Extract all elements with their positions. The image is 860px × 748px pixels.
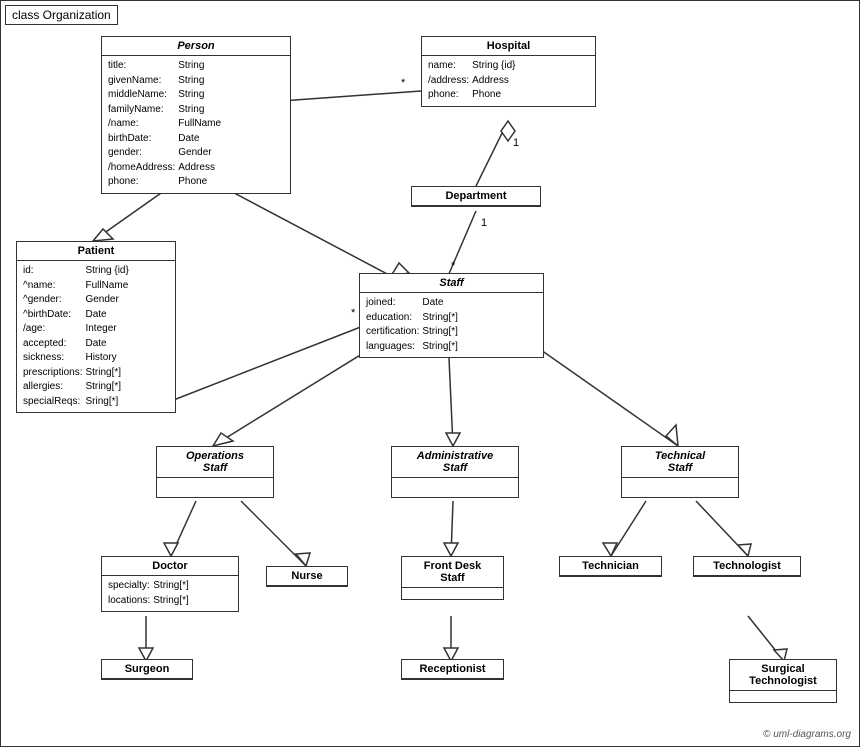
technologist-class-header: Technologist [694,557,800,576]
surgical-technologist-class: Surgical Technologist [729,659,837,703]
doctor-class-attrs: specialty:String[*] locations:String[*] [102,576,238,611]
operations-staff-header: Operations Staff [157,447,273,478]
patient-class: Patient id:String {id} ^name:FullName ^g… [16,241,176,413]
svg-text:1: 1 [481,217,487,229]
department-class: Department [411,186,541,207]
front-desk-staff-class: Front Desk Staff [401,556,504,600]
front-desk-staff-header: Front Desk Staff [402,557,503,588]
diagram-title: class Organization [5,5,118,25]
surgeon-class: Surgeon [101,659,193,680]
person-class: Person title:String givenName:String mid… [101,36,291,194]
nurse-class: Nurse [266,566,348,587]
technician-class-header: Technician [560,557,661,576]
patient-class-attrs: id:String {id} ^name:FullName ^gender:Ge… [17,261,175,412]
staff-class: Staff joined:Date education:String[*] ce… [359,273,544,358]
hospital-class-header: Hospital [422,37,595,56]
technical-staff-class: Technical Staff [621,446,739,498]
person-class-attrs: title:String givenName:String middleName… [102,56,290,193]
department-class-header: Department [412,187,540,206]
technologist-class: Technologist [693,556,801,577]
surgical-technologist-header: Surgical Technologist [730,660,836,691]
diagram-canvas: class Organization * * 1 * 1 * * * [0,0,860,747]
person-class-header: Person [102,37,290,56]
technical-staff-header: Technical Staff [622,447,738,478]
svg-text:1: 1 [513,137,519,149]
doctor-class-header: Doctor [102,557,238,576]
operations-staff-class: Operations Staff [156,446,274,498]
administrative-staff-header: Administrative Staff [392,447,518,478]
receptionist-class: Receptionist [401,659,504,680]
svg-text:*: * [351,307,356,319]
receptionist-class-header: Receptionist [402,660,503,679]
copyright-text: © uml-diagrams.org [763,729,851,740]
staff-class-attrs: joined:Date education:String[*] certific… [360,293,543,357]
nurse-class-header: Nurse [267,567,347,586]
hospital-class: Hospital name:String {id} /address:Addre… [421,36,596,107]
staff-class-header: Staff [360,274,543,293]
technician-class: Technician [559,556,662,577]
hospital-class-attrs: name:String {id} /address:Address phone:… [422,56,595,106]
svg-text:*: * [401,77,406,89]
administrative-staff-class: Administrative Staff [391,446,519,498]
svg-text:*: * [451,260,456,272]
surgeon-class-header: Surgeon [102,660,192,679]
patient-class-header: Patient [17,242,175,261]
doctor-class: Doctor specialty:String[*] locations:Str… [101,556,239,612]
